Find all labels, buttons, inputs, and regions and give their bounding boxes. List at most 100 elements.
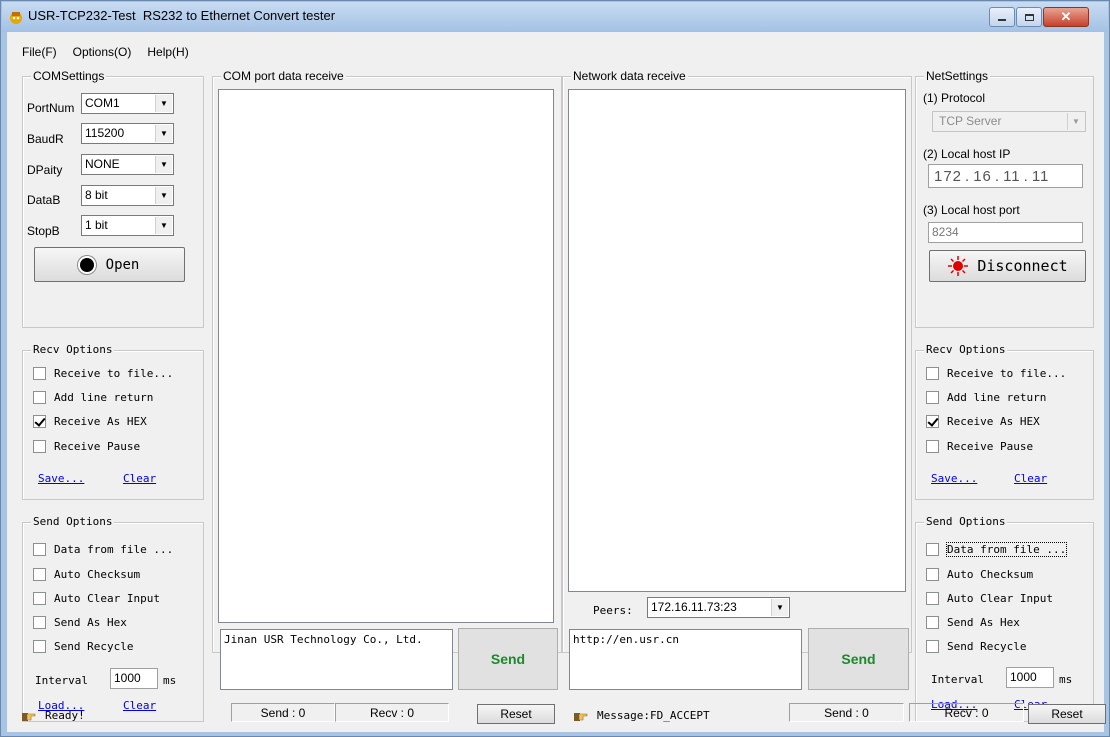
net-send-checkbox-1[interactable]: Auto Checksum (926, 568, 1033, 581)
peers-select[interactable]: 172.16.11.73:23 ▼ (647, 597, 790, 618)
net-send-button[interactable]: Send (808, 628, 909, 690)
net-send-checkbox-2[interactable]: Auto Clear Input (926, 592, 1053, 605)
com-interval-input[interactable]: 1000 (110, 668, 158, 689)
parity-label: DPaity (27, 163, 63, 177)
checkbox-label: Auto Clear Input (54, 592, 160, 605)
checkbox-label: Data from file ... (54, 543, 174, 556)
local-port-label: (3) Local host port (923, 203, 1020, 217)
checkbox-label: Receive Pause (947, 440, 1034, 453)
net-send-checkbox-3[interactable]: Send As Hex (926, 616, 1020, 629)
protocol-value: TCP Server (939, 114, 1002, 128)
net-interval-unit: ms (1059, 673, 1073, 686)
net-recv-options-title: Recv Options (924, 343, 1008, 357)
com-send-checkbox-1[interactable]: Auto Checksum (33, 568, 140, 581)
checkbox-icon (33, 592, 46, 605)
menu-help[interactable]: Help(H) (146, 45, 189, 63)
net-recv-checkbox-2[interactable]: Receive As HEX (926, 415, 1040, 428)
chevron-down-icon: ▼ (771, 599, 788, 616)
com-receive-area[interactable] (218, 89, 554, 623)
menu-options[interactable]: Options(O) (72, 45, 133, 63)
chevron-down-icon: ▼ (155, 125, 172, 142)
checkbox-icon (926, 616, 939, 629)
com-send-checkbox-2[interactable]: Auto Clear Input (33, 592, 160, 605)
com-send-checkbox-0[interactable]: Data from file ... (33, 543, 173, 556)
com-receive-title: COM port data receive (221, 69, 346, 83)
com-recv-checkbox-1[interactable]: Add line return (33, 391, 153, 404)
checkbox-icon (33, 440, 46, 453)
protocol-select[interactable]: TCP Server ▼ (932, 111, 1086, 132)
close-button[interactable]: ✕ (1043, 7, 1089, 27)
local-ip-label: (2) Local host IP (923, 147, 1011, 161)
maximize-icon (1024, 13, 1034, 21)
checkbox-label: Send Recycle (54, 640, 134, 653)
stopbits-select[interactable]: 1 bit ▼ (81, 215, 174, 236)
com-recv-checkbox-3[interactable]: Receive Pause (33, 440, 140, 453)
com-save-link[interactable]: Save... (38, 472, 84, 485)
net-reset-button[interactable]: Reset (1028, 704, 1106, 724)
com-recv-options-group: Recv Options Receive to file... Add line… (22, 343, 204, 500)
com-send-checkbox-4[interactable]: Send Recycle (33, 640, 133, 653)
stopbits-value: 1 bit (85, 218, 108, 232)
net-settings-group: NetSettings (1) Protocol TCP Server ▼ (2)… (915, 69, 1094, 328)
net-recv-checkbox-1[interactable]: Add line return (926, 391, 1046, 404)
com-send-button[interactable]: Send (458, 628, 558, 690)
net-send-count: Send : 0 (789, 703, 904, 722)
chevron-down-icon: ▼ (1067, 113, 1084, 130)
disconnect-label: Disconnect (977, 257, 1068, 275)
checkbox-label: Send As Hex (947, 616, 1020, 629)
open-label: Open (105, 256, 140, 273)
maximize-button[interactable] (1016, 7, 1042, 27)
com-send-checkbox-3[interactable]: Send As Hex (33, 616, 127, 629)
stopbits-label: StopB (27, 224, 60, 238)
net-save-link[interactable]: Save... (931, 472, 977, 485)
net-recv-clear-link[interactable]: Clear (1014, 472, 1047, 485)
status-message-text: Message:FD_ACCEPT (597, 708, 710, 722)
com-recv-checkbox-0[interactable]: Receive to file... (33, 367, 173, 380)
net-receive-area[interactable] (568, 89, 906, 592)
com-send-options-title: Send Options (31, 515, 115, 529)
menu-file[interactable]: File(F) (21, 45, 58, 63)
window-title: USR-TCP232-Test RS232 to Ethernet Conver… (28, 8, 336, 23)
baud-select[interactable]: 115200 ▼ (81, 123, 174, 144)
net-send-input[interactable]: http://en.usr.cn (569, 629, 802, 690)
local-ip-input[interactable]: 172. 16. 11. 11 (928, 164, 1083, 188)
menu-bar: File(F) Options(O) Help(H) (1, 45, 190, 63)
checkbox-label: Send Recycle (947, 640, 1027, 653)
com-send-input[interactable]: Jinan USR Technology Co., Ltd. (220, 629, 453, 690)
minimize-button[interactable] (989, 7, 1015, 27)
checkbox-icon (33, 640, 46, 653)
net-receive-group: Network data receive Peers: 172.16.11.73… (562, 69, 912, 653)
checkbox-icon (33, 616, 46, 629)
com-recv-clear-link[interactable]: Clear (123, 472, 156, 485)
com-recv-checkbox-2[interactable]: Receive As HEX (33, 415, 147, 428)
portnum-select[interactable]: COM1 ▼ (81, 93, 174, 114)
databits-select[interactable]: 8 bit ▼ (81, 185, 174, 206)
com-receive-group: COM port data receive (212, 69, 562, 653)
checkbox-icon (33, 391, 46, 404)
peers-value: 172.16.11.73:23 (651, 600, 737, 614)
checkbox-checked-icon (926, 415, 939, 428)
local-port-input[interactable]: 8234 (928, 222, 1083, 243)
portnum-value: COM1 (85, 96, 120, 110)
ip-octet-3: 11 (1003, 167, 1021, 185)
com-settings-group: COMSettings PortNum COM1 ▼ BaudR 115200 ▼ … (22, 69, 204, 328)
net-recv-checkbox-3[interactable]: Receive Pause (926, 440, 1033, 453)
net-recv-checkbox-0[interactable]: Receive to file... (926, 367, 1066, 380)
parity-select[interactable]: NONE ▼ (81, 154, 174, 175)
net-send-checkbox-4[interactable]: Send Recycle (926, 640, 1026, 653)
com-reset-button[interactable]: Reset (477, 704, 555, 724)
net-interval-input[interactable]: 1000 (1006, 667, 1054, 688)
net-send-checkbox-0[interactable]: Data from file ... (926, 542, 1068, 557)
com-send-clear-link[interactable]: Clear (123, 699, 156, 712)
status-ready: Ready! (21, 706, 85, 724)
ip-dot: . (965, 167, 971, 185)
databits-label: DataB (27, 193, 61, 207)
checkbox-icon (926, 592, 939, 605)
disconnect-button[interactable]: Disconnect (929, 250, 1086, 282)
app-icon (10, 12, 22, 24)
open-button[interactable]: Open (34, 247, 185, 282)
title-bar[interactable]: USR-TCP232-Test RS232 to Ethernet Conver… (2, 2, 1108, 32)
connection-status-icon (948, 256, 969, 276)
chevron-down-icon: ▼ (155, 217, 172, 234)
checkbox-label: Auto Clear Input (947, 592, 1053, 605)
